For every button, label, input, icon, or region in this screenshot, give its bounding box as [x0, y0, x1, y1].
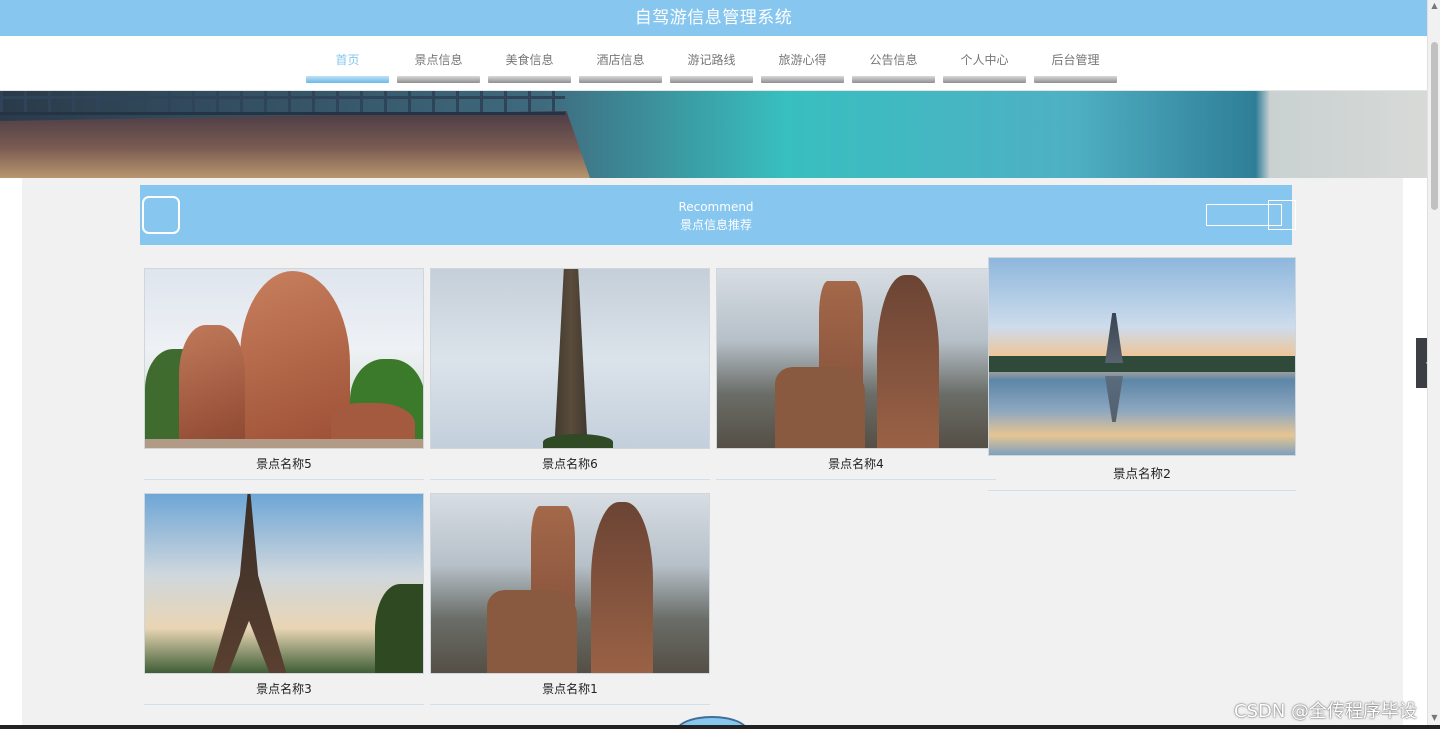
attraction-card[interactable]: 景点名称2 — [988, 257, 1296, 491]
attraction-image[interactable] — [144, 493, 424, 674]
nav-item-food[interactable]: 美食信息 — [488, 53, 571, 83]
attraction-card[interactable]: 景点名称3 — [144, 493, 424, 705]
pillar-shape — [554, 269, 588, 448]
nav-underline — [579, 76, 662, 83]
recommend-title-cn: 景点信息推荐 — [679, 218, 752, 232]
rock-shape — [179, 325, 245, 448]
attraction-image[interactable] — [430, 493, 710, 674]
decor-box-right-small — [1268, 200, 1296, 230]
tower-shape — [211, 494, 287, 673]
nav-item-hotels[interactable]: 酒店信息 — [579, 53, 662, 83]
site-title: 自驾游信息管理系统 — [0, 0, 1427, 36]
rock-shape — [487, 590, 577, 673]
nav-label: 个人中心 — [960, 53, 1009, 67]
nav-label: 景点信息 — [414, 53, 463, 67]
attraction-name: 景点名称1 — [430, 674, 710, 705]
banner-railing — [0, 91, 565, 115]
shoreline-shape — [989, 356, 1295, 372]
nav-label: 首页 — [335, 53, 360, 67]
rock-pillar-shape — [591, 502, 653, 673]
nav-underline — [943, 76, 1026, 83]
nav-item-profile[interactable]: 个人中心 — [943, 53, 1026, 83]
nav-underline — [306, 76, 389, 83]
nav-underline — [1034, 76, 1117, 83]
attraction-name: 景点名称4 — [716, 449, 996, 480]
attraction-card[interactable]: 景点名称6 — [430, 268, 710, 480]
nav-item-admin[interactable]: 后台管理 — [1034, 53, 1117, 83]
nav-item-notices[interactable]: 公告信息 — [852, 53, 935, 83]
scroll-up-icon[interactable]: ▲ — [1428, 0, 1440, 12]
nav-label: 酒店信息 — [596, 53, 645, 67]
nav-item-experiences[interactable]: 旅游心得 — [761, 53, 844, 83]
hero-banner — [0, 91, 1427, 178]
pagoda-shape — [1105, 313, 1123, 363]
rock-shape — [775, 367, 865, 448]
bottom-edge — [0, 725, 1440, 729]
nav-label: 游记路线 — [687, 53, 736, 67]
main-content: Recommend 景点信息推荐 景点名称5 景点名称6 景点名称4 景点名称2… — [22, 178, 1403, 729]
nav-item-attractions[interactable]: 景点信息 — [397, 53, 480, 83]
ground-shape — [145, 439, 423, 448]
watermark: CSDN @全传程序毕设 — [1234, 701, 1418, 722]
nav-underline — [761, 76, 844, 83]
attraction-image[interactable] — [716, 268, 996, 449]
banner-rock — [0, 111, 590, 178]
attraction-card[interactable]: 景点名称5 — [144, 268, 424, 480]
attraction-name: 景点名称6 — [430, 449, 710, 480]
nav-underline — [670, 76, 753, 83]
attraction-card[interactable]: 景点名称4 — [716, 268, 996, 480]
attraction-card[interactable]: 景点名称1 — [430, 493, 710, 705]
attraction-name: 景点名称2 — [988, 456, 1296, 491]
nav-item-home[interactable]: 首页 — [306, 53, 389, 83]
nav-label: 后台管理 — [1051, 53, 1100, 67]
attraction-image[interactable] — [988, 257, 1296, 456]
nav-item-routes[interactable]: 游记路线 — [670, 53, 753, 83]
recommend-header: Recommend 景点信息推荐 — [140, 185, 1296, 245]
attraction-image[interactable] — [144, 268, 424, 449]
page-scrollbar[interactable]: ▲ ▼ — [1427, 0, 1440, 729]
scroll-down-icon[interactable]: ▼ — [1428, 712, 1440, 724]
pagoda-reflection-shape — [1105, 376, 1123, 422]
tree-shape — [375, 584, 423, 673]
recommend-title-en: Recommend — [678, 200, 754, 214]
attraction-name: 景点名称3 — [144, 674, 424, 705]
scrollbar-thumb[interactable] — [1431, 42, 1438, 210]
nav-label: 公告信息 — [869, 53, 918, 67]
top-navigation: 首页 景点信息 美食信息 酒店信息 游记路线 旅游心得 公告信息 个人中心 后台… — [0, 36, 1427, 91]
nav-label: 旅游心得 — [778, 53, 827, 67]
nav-underline — [397, 76, 480, 83]
nav-label: 美食信息 — [505, 53, 554, 67]
attraction-image[interactable] — [430, 268, 710, 449]
attraction-name: 景点名称5 — [144, 449, 424, 480]
bush-shape — [543, 434, 613, 448]
rock-pillar-shape — [877, 275, 939, 448]
nav-underline — [488, 76, 571, 83]
nav-menu: 首页 景点信息 美食信息 酒店信息 游记路线 旅游心得 公告信息 个人中心 后台… — [306, 53, 1125, 83]
nav-underline — [852, 76, 935, 83]
